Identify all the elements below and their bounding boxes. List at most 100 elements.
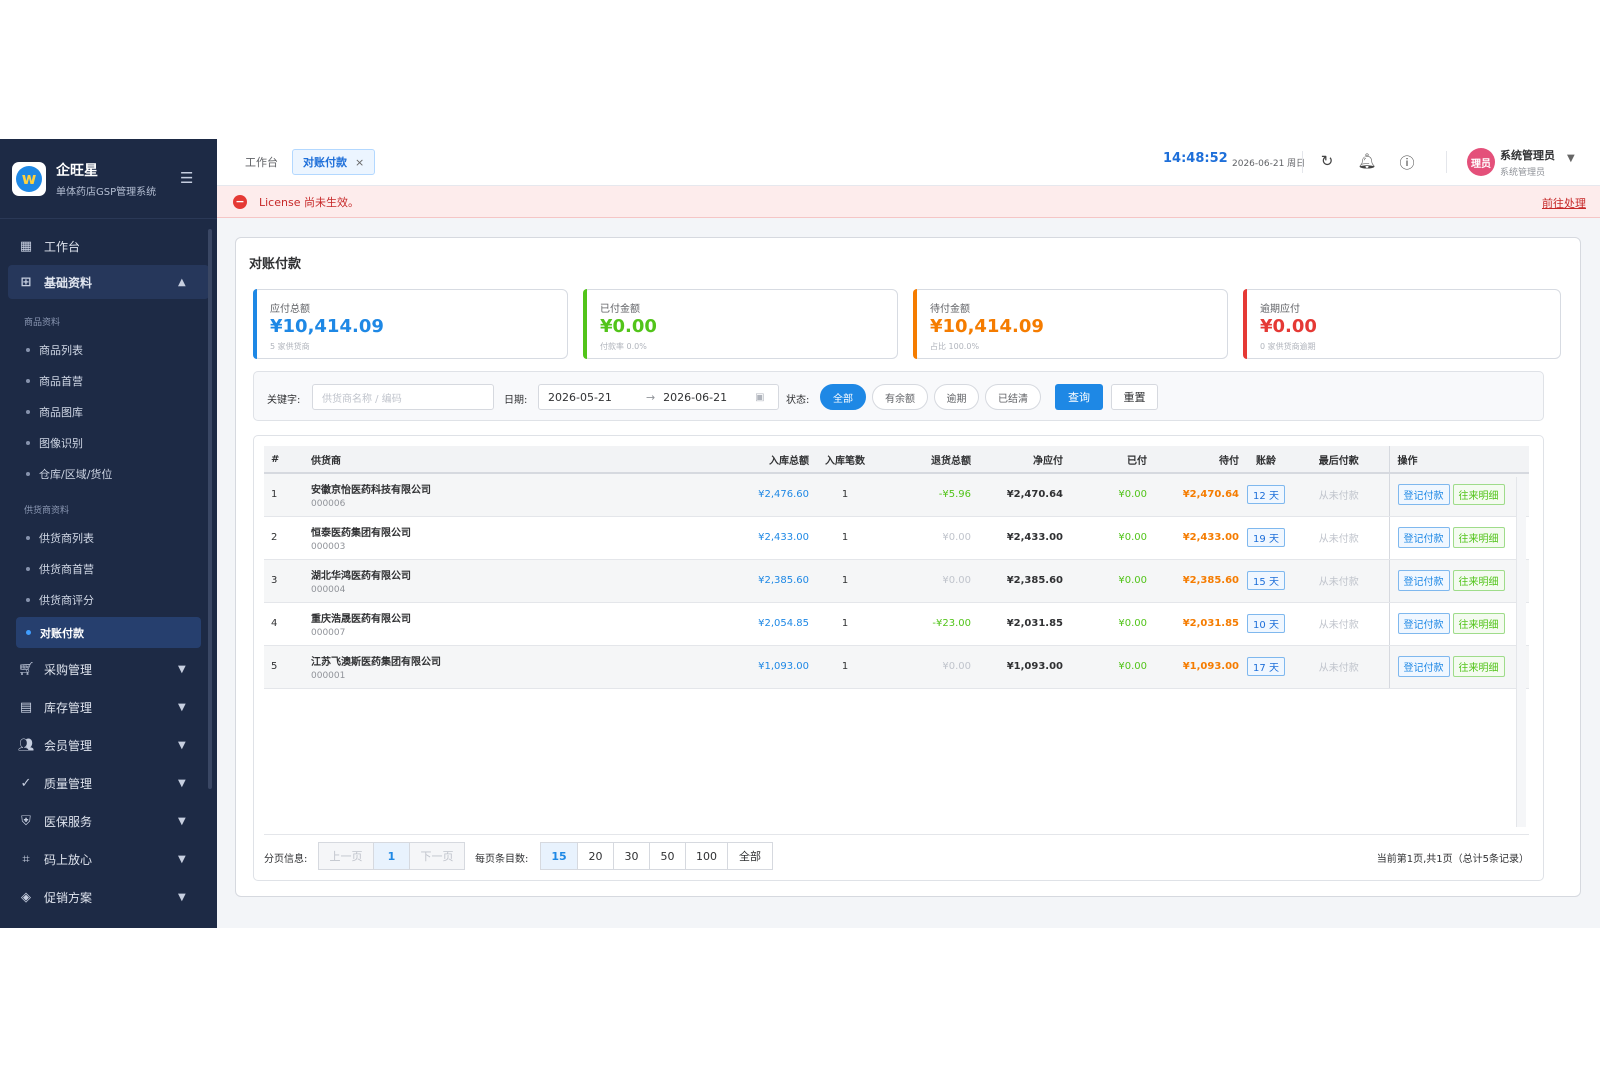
- date-range-picker[interactable]: 2026-05-21 → 2026-06-21 ▣: [538, 384, 779, 410]
- sidebar-subitem-goods-list[interactable]: 商品列表: [0, 334, 217, 365]
- supplier-name: 安徽京怡医药科技有限公司: [311, 484, 431, 496]
- cell-return-total: ¥0.00: [877, 645, 975, 689]
- table-scrollbar[interactable]: [1516, 477, 1526, 827]
- supplier-name: 江苏飞澳斯医药集团有限公司: [311, 656, 441, 668]
- cell-in-count: 1: [813, 559, 877, 603]
- column-header: 已付: [1067, 446, 1151, 474]
- status-overdue-chip[interactable]: 逾期: [934, 384, 979, 410]
- clock-time: 14:48:52: [1163, 151, 1228, 166]
- sidebar-subitem-goods-gallery[interactable]: 商品图库: [0, 396, 217, 427]
- page-size-50[interactable]: 50: [649, 842, 686, 870]
- table-row[interactable]: 5 江苏飞澳斯医药集团有限公司 000001 ¥1,093.00 1 ¥0.00 …: [264, 645, 1529, 689]
- reset-button[interactable]: 重置: [1111, 384, 1158, 410]
- sidebar-subitem-supplier-list[interactable]: 供货商列表: [0, 522, 217, 553]
- cell-last-pay: 从未付款: [1289, 602, 1389, 646]
- page-size-15[interactable]: 15: [540, 842, 578, 870]
- help-icon[interactable]: ⓘ: [1397, 152, 1417, 172]
- stat-card-overdue: 逾期应付 ¥0.00 0 家供货商逾期: [1243, 289, 1561, 359]
- sidebar-item-workbench[interactable]: ▦ 工作台: [0, 229, 217, 263]
- transaction-detail-button[interactable]: 往来明细: [1452, 656, 1505, 677]
- sidebar-item-purchase[interactable]: 🛒︎ 采购管理 ▼: [0, 650, 217, 688]
- sidebar-subitem-goods-first[interactable]: 商品首营: [0, 365, 217, 396]
- table-row[interactable]: 2 恒泰医药集团有限公司 000003 ¥2,433.00 1 ¥0.00 ¥2,…: [264, 516, 1529, 560]
- tab-workbench[interactable]: 工作台: [245, 154, 278, 170]
- tag-icon: ◈: [21, 889, 31, 905]
- cell-net: ¥2,470.64: [975, 473, 1067, 517]
- supplier-name: 重庆浩晟医药有限公司: [311, 613, 411, 625]
- group-title-supplier: 供货商资料: [24, 506, 70, 516]
- avatar[interactable]: 理员: [1467, 148, 1495, 176]
- date-to: 2026-06-21: [663, 390, 728, 404]
- sidebar-item-members[interactable]: 👥︎ 会员管理 ▼: [0, 726, 217, 764]
- register-payment-button[interactable]: 登记付款: [1397, 613, 1450, 634]
- sidebar-item-promotion[interactable]: ◈ 促销方案 ▼: [0, 878, 217, 916]
- table-row[interactable]: 3 湖北华鸿医药有限公司 000004 ¥2,385.60 1 ¥0.00 ¥2,…: [264, 559, 1529, 603]
- register-payment-button[interactable]: 登记付款: [1397, 656, 1450, 677]
- page-size-20[interactable]: 20: [577, 842, 614, 870]
- prev-page-button[interactable]: 上一页: [318, 842, 374, 870]
- cell-pending: ¥2,470.64: [1151, 473, 1243, 517]
- page-size-30[interactable]: 30: [613, 842, 650, 870]
- next-page-button[interactable]: 下一页: [409, 842, 465, 870]
- table-row[interactable]: 4 重庆浩晟医药有限公司 000007 ¥2,054.85 1 -¥23.00 ¥…: [264, 602, 1529, 646]
- sidebar-subitem-reconciliation[interactable]: 对账付款: [16, 617, 201, 648]
- page-size-all[interactable]: 全部: [727, 842, 773, 870]
- sidebar-subitem-supplier-first[interactable]: 供货商首营: [0, 553, 217, 584]
- page-size-100[interactable]: 100: [685, 842, 728, 870]
- bell-icon[interactable]: 🔔︎: [1357, 152, 1377, 172]
- arrow-right-icon: →: [645, 390, 656, 404]
- status-balance-chip[interactable]: 有余额: [872, 384, 928, 410]
- query-button[interactable]: 查询: [1055, 384, 1103, 410]
- sidebar-item-quality[interactable]: ✓ 质量管理 ▼: [0, 764, 217, 802]
- alert-action-link[interactable]: 前往处理: [1542, 195, 1586, 211]
- sidebar-item-trace-code[interactable]: ⌗ 码上放心 ▼: [0, 840, 217, 878]
- tab-label: 对账付款: [303, 156, 347, 169]
- transaction-detail-button[interactable]: 往来明细: [1452, 570, 1505, 591]
- supplier-name: 湖北华鸿医药有限公司: [311, 570, 411, 582]
- register-payment-button[interactable]: 登记付款: [1397, 570, 1450, 591]
- chevron-up-icon: ▲: [178, 276, 186, 288]
- close-icon[interactable]: ×: [355, 156, 364, 169]
- chevron-down-icon[interactable]: ▼: [1567, 153, 1575, 164]
- register-payment-button[interactable]: 登记付款: [1397, 527, 1450, 548]
- sidebar-subitem-warehouse[interactable]: 仓库/区域/货位: [0, 458, 217, 489]
- page-number-button[interactable]: 1: [373, 842, 410, 870]
- cell-in-count: 1: [813, 473, 877, 517]
- transaction-detail-button[interactable]: 往来明细: [1452, 484, 1505, 506]
- sidebar-subitem-supplier-rating[interactable]: 供货商评分: [0, 584, 217, 615]
- register-payment-button[interactable]: 登记付款: [1397, 484, 1450, 506]
- cell-in-total: ¥2,476.60: [651, 473, 813, 517]
- cell-net: ¥2,433.00: [975, 516, 1067, 560]
- supplier-code: 000007: [311, 627, 346, 638]
- sidebar-scrollbar[interactable]: [208, 229, 212, 789]
- reconciliation-panel: 对账付款 应付总额 ¥10,414.09 5 家供货商 已付金额 ¥0.00 付…: [235, 237, 1581, 897]
- cell-net: ¥2,385.60: [975, 559, 1067, 603]
- column-header: 退货总额: [877, 446, 975, 474]
- cell-in-total: ¥2,054.85: [651, 602, 813, 646]
- sidebar-item-insurance[interactable]: ⛨ 医保服务 ▼: [0, 802, 217, 840]
- clock-date: 2026-06-21 周日: [1232, 159, 1306, 169]
- transaction-detail-button[interactable]: 往来明细: [1452, 527, 1505, 548]
- date-from: 2026-05-21: [548, 390, 612, 404]
- status-all-chip[interactable]: 全部: [820, 384, 866, 410]
- cell-supplier: 江苏飞澳斯医药集团有限公司 000001: [301, 645, 651, 689]
- cell-last-pay: 从未付款: [1289, 645, 1389, 689]
- cell-no: 5: [264, 645, 301, 689]
- transaction-detail-button[interactable]: 往来明细: [1452, 613, 1505, 634]
- tab-reconciliation[interactable]: 对账付款 ×: [292, 149, 376, 175]
- keyword-input[interactable]: 供货商名称 / 编码: [312, 384, 494, 410]
- table-row[interactable]: 1 安徽京怡医药科技有限公司 000006 ¥2,476.60 1 -¥5.96 …: [264, 473, 1529, 517]
- cell-actions: 登记付款 往来明细: [1388, 602, 1529, 646]
- sidebar-item-basic[interactable]: ⊞ 基础资料 ▲: [8, 265, 209, 299]
- cell-in-count: 1: [813, 602, 877, 646]
- cell-net: ¥1,093.00: [975, 645, 1067, 689]
- cell-paid: ¥0.00: [1067, 559, 1151, 603]
- status-settled-chip[interactable]: 已结清: [985, 384, 1041, 410]
- collapse-menu-icon[interactable]: ☰: [180, 169, 193, 187]
- user-name[interactable]: 系统管理员: [1500, 147, 1555, 163]
- cell-paid: ¥0.00: [1067, 602, 1151, 646]
- sidebar-subitem-image-recognition[interactable]: 图像识别: [0, 427, 217, 458]
- refresh-icon[interactable]: ↻: [1317, 152, 1337, 172]
- stat-sub: 付款率 0.0%: [600, 342, 647, 351]
- sidebar-item-inventory[interactable]: ▤ 库存管理 ▼: [0, 688, 217, 726]
